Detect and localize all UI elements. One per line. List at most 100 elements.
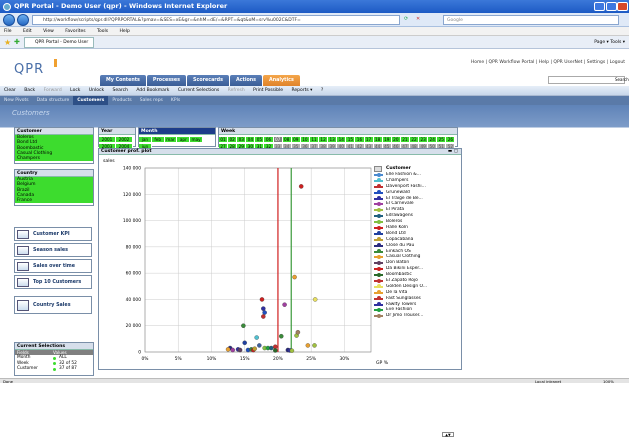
week-cell[interactable]: 19 bbox=[382, 136, 392, 142]
week-cell[interactable]: 03 bbox=[237, 136, 247, 142]
x-tick-label: 5% bbox=[175, 356, 182, 362]
menu-file[interactable]: File bbox=[4, 29, 12, 34]
sheet-title: Customers bbox=[12, 109, 50, 117]
top-links[interactable]: Home | QPR Workflow Portal | Help | QPR … bbox=[471, 60, 625, 65]
week-cell[interactable]: 24 bbox=[428, 136, 438, 142]
week-cell[interactable]: 23 bbox=[419, 136, 429, 142]
year-cell[interactable]: 2002 bbox=[116, 136, 133, 142]
browser-tab[interactable]: QPR Portal - Demo User (qpr) bbox=[24, 37, 94, 55]
season-sales-button[interactable]: Season sales bbox=[14, 243, 92, 257]
week-cell[interactable]: 06 bbox=[264, 136, 274, 142]
week-cell[interactable]: 18 bbox=[373, 136, 383, 142]
customer-listbox[interactable]: Customer Boleros Bond Ltd Boombastic Cas… bbox=[14, 127, 94, 164]
refresh-icon[interactable]: ⟳ bbox=[404, 16, 408, 22]
customer-kpi-button[interactable]: Customer KPI bbox=[14, 227, 92, 241]
sales-over-time-button[interactable]: Sales over time bbox=[14, 259, 92, 273]
tab-analytics[interactable]: Analytics bbox=[263, 75, 300, 86]
year-cell[interactable]: 2001 bbox=[99, 136, 116, 142]
week-cell[interactable]: 10 bbox=[300, 136, 310, 142]
week-cell[interactable]: 26 bbox=[446, 136, 456, 142]
week-cell[interactable]: 01 bbox=[219, 136, 229, 142]
week-cell[interactable]: 07 bbox=[273, 136, 283, 142]
address-input[interactable]: http://workflow/scripts/qpr.dll?QPRPORTA… bbox=[32, 15, 400, 25]
unlock-button[interactable]: Unlock bbox=[89, 88, 104, 93]
portal-search-button[interactable]: Search bbox=[615, 77, 629, 82]
minimize-chart-icon[interactable]: ▬ ▢ bbox=[448, 149, 458, 155]
portal-search-input[interactable] bbox=[548, 76, 625, 84]
maximize-button[interactable] bbox=[606, 2, 617, 11]
menu-favorites[interactable]: Favorites bbox=[65, 29, 85, 34]
page-tools-menu[interactable]: Page ▾ Tools ▾ bbox=[594, 38, 625, 47]
tab-processes[interactable]: Processes bbox=[146, 75, 187, 86]
legend-item[interactable]: Dr Jimo Trouser... bbox=[370, 313, 456, 319]
sheet-tab-kpis[interactable]: KPIs bbox=[167, 96, 184, 105]
week-cell[interactable]: 02 bbox=[228, 136, 238, 142]
print-possible-button[interactable]: Print Possible bbox=[253, 88, 283, 93]
sheet-tab-products[interactable]: Products bbox=[108, 96, 135, 105]
list-item[interactable]: Champers bbox=[15, 156, 93, 162]
week-cell[interactable]: 17 bbox=[364, 136, 374, 142]
add-bookmark-button[interactable]: Add Bookmark bbox=[136, 88, 169, 93]
zoom-control[interactable]: 100% bbox=[603, 379, 614, 384]
sheet-tab-customers[interactable]: Customers bbox=[73, 96, 109, 105]
legend-swatch-icon bbox=[374, 237, 383, 242]
close-button[interactable] bbox=[617, 2, 628, 11]
stop-icon[interactable]: ✕ bbox=[416, 16, 420, 22]
menu-edit[interactable]: Edit bbox=[23, 29, 32, 34]
status-text: Done bbox=[3, 379, 13, 384]
month-cell[interactable]: may bbox=[190, 136, 203, 142]
legend-scroll-arrows[interactable]: ▲▼ bbox=[442, 432, 454, 437]
tab-my-contents[interactable]: My Contents bbox=[100, 75, 146, 86]
week-cell[interactable]: 09 bbox=[291, 136, 301, 142]
week-cell[interactable]: 25 bbox=[437, 136, 447, 142]
menu-help[interactable]: Help bbox=[120, 29, 130, 34]
refresh-button[interactable]: Refresh bbox=[228, 88, 245, 93]
country-sales-button[interactable]: Country Sales bbox=[14, 296, 92, 314]
country-listbox[interactable]: Country Austria Belgium Brazil Canada Fr… bbox=[14, 169, 94, 206]
legend-label: Fawlty Towers bbox=[386, 301, 417, 307]
clear-button[interactable]: Clear bbox=[4, 88, 16, 93]
menu-view[interactable]: View bbox=[43, 29, 54, 34]
week-cell[interactable]: 08 bbox=[282, 136, 292, 142]
search-button[interactable]: Search bbox=[113, 88, 128, 93]
forward-arrow-icon[interactable] bbox=[17, 14, 29, 26]
back-button[interactable]: Back bbox=[24, 88, 35, 93]
week-cell[interactable]: 14 bbox=[337, 136, 347, 142]
help-button[interactable]: ? bbox=[321, 88, 323, 93]
month-cell[interactable]: feb bbox=[151, 136, 165, 142]
month-cell[interactable]: jan bbox=[139, 136, 152, 142]
tab-actions[interactable]: Actions bbox=[229, 75, 263, 86]
week-cell[interactable]: 04 bbox=[246, 136, 256, 142]
current-selections-button[interactable]: Current Selections bbox=[178, 88, 219, 93]
week-cell[interactable]: 05 bbox=[255, 136, 265, 142]
year-listbox[interactable]: Year 2001 2002 2003 2004 bbox=[98, 127, 136, 149]
sheet-tab-sales-reps[interactable]: Sales reps bbox=[136, 96, 167, 105]
zone-text: Local intranet bbox=[535, 379, 562, 384]
month-cell[interactable]: mar bbox=[164, 136, 178, 142]
minimize-button[interactable] bbox=[594, 2, 605, 11]
week-cell[interactable]: 22 bbox=[409, 136, 420, 142]
add-favorite-icon[interactable]: ✚ bbox=[14, 38, 20, 46]
week-cell[interactable]: 11 bbox=[309, 136, 320, 142]
back-arrow-icon[interactable] bbox=[3, 14, 15, 26]
month-listbox[interactable]: Month janfebmaraprmayjun julaugsepoctnov… bbox=[138, 127, 216, 163]
week-cell[interactable]: 12 bbox=[319, 136, 329, 142]
lock-button[interactable]: Lock bbox=[70, 88, 80, 93]
week-listbox[interactable]: Week 01 02 03 04 05 06 07 08 09 10 11 12 13 14 15 16 17 1… bbox=[218, 127, 458, 149]
sheet-tab-data-structure[interactable]: Data structure bbox=[33, 96, 74, 105]
week-cell[interactable]: 15 bbox=[346, 136, 356, 142]
top10-customers-button[interactable]: Top 10 Customers bbox=[14, 275, 92, 289]
menu-tools[interactable]: Tools bbox=[97, 29, 108, 34]
sheet-tab-new-pivots[interactable]: New Pivots bbox=[0, 96, 33, 105]
reports-menu[interactable]: Reports ▾ bbox=[291, 88, 312, 93]
week-cell[interactable]: 16 bbox=[355, 136, 365, 142]
month-cell[interactable]: apr bbox=[177, 136, 191, 142]
list-item[interactable]: France bbox=[15, 198, 93, 204]
week-cell[interactable]: 20 bbox=[391, 136, 401, 142]
browser-search-input[interactable]: Google bbox=[443, 15, 619, 25]
week-cell[interactable]: 21 bbox=[400, 136, 410, 142]
week-cell[interactable]: 13 bbox=[328, 136, 338, 142]
forward-button[interactable]: Forward bbox=[44, 88, 62, 93]
favorites-star-icon[interactable]: ★ bbox=[4, 38, 11, 47]
tab-scorecards[interactable]: Scorecards bbox=[187, 75, 229, 86]
